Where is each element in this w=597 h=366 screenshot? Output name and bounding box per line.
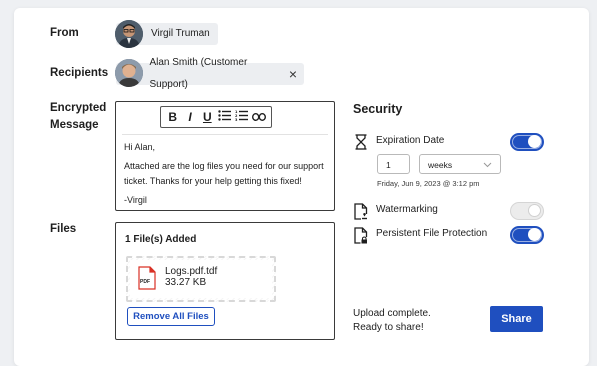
recipient-avatar: [115, 59, 143, 87]
expiration-date-text: Friday, Jun 9, 2023 @ 3:12 pm: [377, 179, 480, 188]
protected-file-icon: [354, 227, 368, 244]
message-label: Encrypted Message: [50, 102, 107, 131]
underline-button[interactable]: U: [200, 110, 214, 124]
bullet-list-icon[interactable]: [218, 110, 232, 124]
file-size: 33.27 KB: [165, 277, 207, 288]
expiration-label: Expiration Date: [376, 135, 445, 146]
expiration-amount-input[interactable]: 1: [377, 154, 410, 174]
watermark-file-icon: [354, 203, 368, 220]
bold-button[interactable]: B: [166, 110, 180, 124]
sender-name: Virgil Truman: [151, 28, 210, 39]
remove-recipient-icon[interactable]: ×: [289, 63, 297, 85]
files-dropzone[interactable]: 1 File(s) Added PDF Logs.pdf.tdf 33.27 K…: [115, 222, 335, 340]
file-item: PDF Logs.pdf.tdf 33.27 KB: [126, 256, 276, 302]
file-name: Logs.pdf.tdf: [165, 266, 218, 277]
watermarking-toggle[interactable]: [510, 202, 544, 220]
remove-all-files-button[interactable]: Remove All Files: [127, 307, 215, 326]
expiration-unit-select[interactable]: weeks: [419, 154, 501, 174]
numbered-list-icon[interactable]: 123: [235, 110, 249, 124]
upload-status: Upload complete. Ready to share!: [353, 308, 431, 333]
formatting-toolbar: B I U 123: [160, 106, 272, 128]
hourglass-icon: [354, 134, 368, 150]
recipient-name: Alan Smith (Customer Support): [149, 57, 248, 90]
expiration-toggle[interactable]: [510, 133, 544, 151]
persistent-protection-label: Persistent File Protection: [376, 228, 488, 239]
message-body[interactable]: Hi Alan, Attached are the log files you …: [124, 140, 330, 212]
pdf-file-icon: PDF: [138, 266, 156, 290]
italic-button[interactable]: I: [183, 110, 197, 124]
persistent-protection-toggle[interactable]: [510, 226, 544, 244]
pdf-badge: PDF: [140, 279, 150, 285]
watermarking-label: Watermarking: [376, 204, 438, 215]
sender-avatar: [115, 20, 143, 48]
security-title: Security: [353, 102, 403, 116]
recipients-label: Recipients: [50, 67, 109, 79]
message-editor[interactable]: B I U 123 Hi Alan, Attached are the log …: [115, 101, 335, 211]
toolbar-divider: [122, 134, 328, 135]
chevron-down-icon: [483, 155, 492, 182]
recipient-chip: Alan Smith (Customer Support) ×: [116, 57, 304, 90]
files-label: Files: [50, 223, 77, 235]
share-button[interactable]: Share: [490, 306, 543, 332]
link-icon[interactable]: [252, 110, 267, 124]
files-count: 1 File(s) Added: [125, 234, 197, 245]
from-label: From: [50, 27, 79, 39]
share-panel: From Virgil Truman Recipients Alan Smith…: [14, 8, 589, 366]
svg-text:3: 3: [235, 118, 238, 121]
